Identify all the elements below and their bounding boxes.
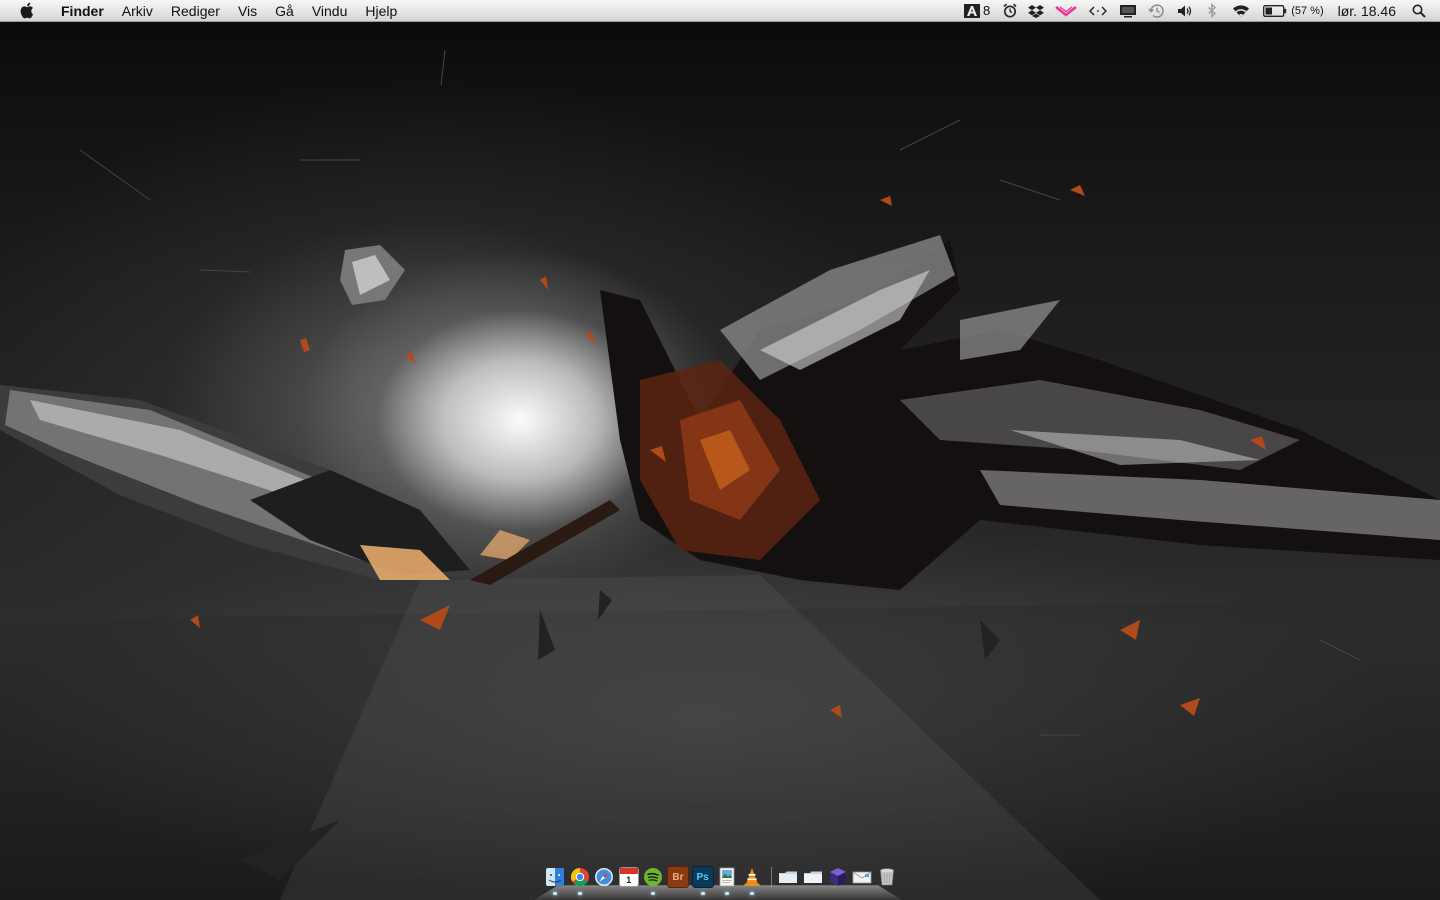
wallpaper-shards <box>0 49 1440 900</box>
safari-icon <box>595 868 614 886</box>
calendar-icon: 1 <box>618 867 639 887</box>
desktop[interactable]: Finder Arkiv Rediger Vis Gå Vindu Hjelp … <box>0 0 1440 900</box>
running-indicator <box>553 892 557 895</box>
pink-chevron-status[interactable] <box>1055 0 1078 22</box>
running-indicator <box>700 892 705 895</box>
time-machine-status[interactable] <box>1148 0 1166 22</box>
folder-icon <box>779 871 798 883</box>
adobe-updater-status[interactable]: 8 <box>963 0 991 22</box>
dock-item-box[interactable] <box>827 866 849 888</box>
code-brackets-status[interactable] <box>1088 0 1108 22</box>
box-icon <box>829 868 846 886</box>
alarm-clock-icon <box>1003 3 1017 18</box>
running-indicator <box>725 892 730 895</box>
trash-icon <box>879 868 894 886</box>
dock-item-preview[interactable] <box>716 866 738 895</box>
dock-item-mail-app[interactable] <box>851 866 873 888</box>
vlc-icon <box>744 868 760 886</box>
dock-item-photoshop[interactable]: Ps <box>691 866 714 895</box>
speaker-icon <box>1178 5 1192 16</box>
menu-vis[interactable]: Vis <box>229 0 266 22</box>
dock-item-chrome[interactable] <box>569 866 591 895</box>
wifi-status[interactable] <box>1231 0 1251 22</box>
menu-hjelp[interactable]: Hjelp <box>356 0 406 22</box>
dropbox-status[interactable] <box>1028 0 1045 22</box>
bluetooth-icon <box>1208 3 1217 18</box>
dropbox-icon <box>1028 4 1045 18</box>
alarm-clock-status[interactable] <box>1003 0 1017 22</box>
dock-item-trash[interactable] <box>876 866 898 888</box>
running-indicator <box>577 892 582 895</box>
chrome-icon <box>570 868 589 887</box>
menu-app-finder[interactable]: Finder <box>52 0 113 22</box>
dock-item-finder[interactable] <box>544 866 566 895</box>
adobe-badge-count: 8 <box>982 3 991 18</box>
apple-icon[interactable] <box>20 2 34 19</box>
desktop-wallpaper <box>0 0 1440 900</box>
battery-icon <box>1263 4 1287 17</box>
display-icon <box>1120 4 1137 17</box>
bridge-icon: Br <box>666 866 689 888</box>
battery-percent: (57 %) <box>1291 4 1324 17</box>
menu-ga[interactable]: Gå <box>266 0 303 22</box>
dock-item-safari[interactable] <box>593 866 615 888</box>
pink-chevron-icon <box>1055 5 1078 17</box>
spotlight-button[interactable] <box>1412 0 1426 22</box>
adobe-icon <box>963 3 980 18</box>
dock-separator <box>769 866 773 888</box>
folder-icon <box>803 871 822 883</box>
running-indicator <box>749 892 754 895</box>
photoshop-icon: Ps <box>691 866 714 888</box>
clock[interactable]: lør. 18.46 <box>1338 0 1396 22</box>
envelope-icon <box>852 871 872 884</box>
display-mirroring-status[interactable] <box>1119 0 1137 22</box>
dock-item-vlc[interactable] <box>741 866 763 895</box>
bluetooth-status[interactable] <box>1207 0 1217 22</box>
spotify-icon <box>644 868 663 886</box>
wifi-icon <box>1233 4 1250 17</box>
calendar-day: 1 <box>626 875 632 885</box>
dock-item-bridge[interactable]: Br <box>666 866 689 888</box>
dock-item-spotify[interactable] <box>642 866 664 895</box>
menu-bar: Finder Arkiv Rediger Vis Gå Vindu Hjelp … <box>0 0 1440 22</box>
menu-rediger[interactable]: Rediger <box>162 0 229 22</box>
preview-icon <box>719 867 735 887</box>
dock: 1 Br Ps <box>534 862 902 900</box>
dock-item-calendar[interactable]: 1 <box>618 866 640 888</box>
menu-vindu[interactable]: Vindu <box>303 0 357 22</box>
battery-status[interactable]: (57 %) <box>1263 0 1324 22</box>
menu-arkiv[interactable]: Arkiv <box>113 0 162 22</box>
code-brackets-icon <box>1089 6 1108 15</box>
time-machine-icon <box>1148 3 1164 18</box>
dock-item-folder-applications[interactable] <box>777 866 799 888</box>
dock-item-folder-documents[interactable] <box>802 866 824 888</box>
search-icon <box>1412 4 1426 18</box>
finder-icon <box>546 868 564 886</box>
volume-status[interactable] <box>1177 0 1193 22</box>
